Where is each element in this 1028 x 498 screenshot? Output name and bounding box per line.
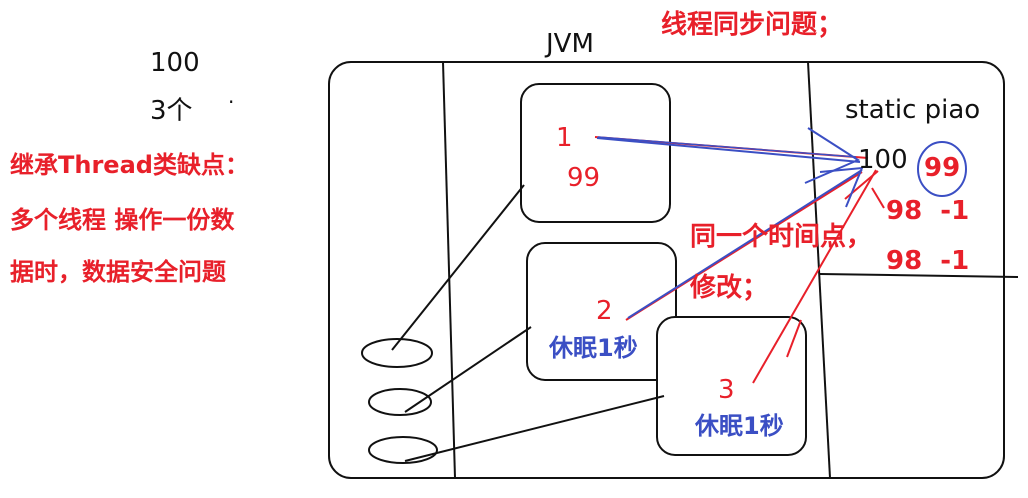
threads-note: 3个 <box>150 96 193 126</box>
static-var-circled: 99 <box>924 153 961 183</box>
red-stroke-a <box>871 187 885 209</box>
stack-ellipse-3 <box>368 436 438 464</box>
connector-2 <box>404 326 532 413</box>
thread-3-id: 3 <box>718 375 735 405</box>
thread-1-id: 1 <box>556 123 573 153</box>
thread-2-note: 休眠1秒 <box>549 334 638 362</box>
static-var-label: static piao <box>845 95 981 125</box>
thread-3-note: 休眠1秒 <box>695 412 784 440</box>
count-note: 100 <box>150 48 200 78</box>
decrement-step-1: 98 -1 <box>886 196 970 226</box>
thread-2-id: 2 <box>596 296 613 326</box>
static-var-initial: 100 <box>858 145 908 175</box>
drawback-line-2: 多个线程 操作一份数 <box>10 206 235 234</box>
blue-arrow-1 <box>596 137 861 163</box>
same-time-annotation-line-1: 同一个时间点， <box>690 222 873 252</box>
connector-3 <box>404 395 665 462</box>
drawback-line-3: 据时，数据安全问题 <box>10 258 226 286</box>
sync-title: 线程同步问题； <box>661 10 844 40</box>
thread-box-1 <box>520 83 671 223</box>
jvm-divider-left <box>442 61 456 479</box>
stack-ellipse-2 <box>368 388 432 416</box>
jvm-label: JVM <box>546 29 594 59</box>
drawback-line-1: 继承Thread类缺点： <box>10 151 249 179</box>
same-time-annotation-line-2: 修改； <box>690 273 769 303</box>
blue-arrow-1-second <box>597 136 857 158</box>
decrement-step-2: 98 -1 <box>886 246 970 276</box>
thread-1-value: 99 <box>567 163 601 193</box>
stray-dot: · <box>228 90 235 114</box>
connector-1 <box>391 184 525 351</box>
